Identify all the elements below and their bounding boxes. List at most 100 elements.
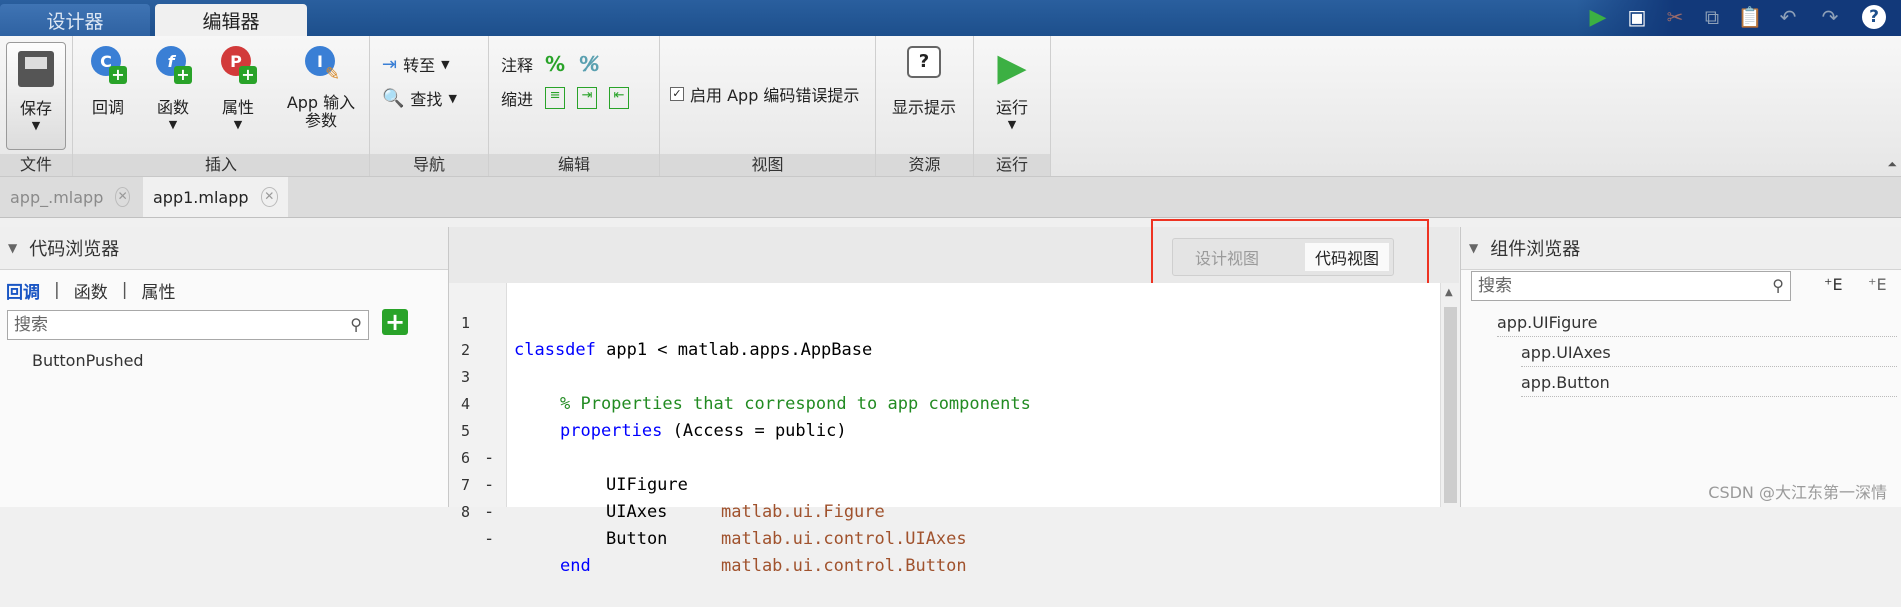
callback-button[interactable]: C + 回调 <box>83 46 133 118</box>
code-type: matlab.ui.Figure <box>721 502 885 522</box>
run-label: 运行 <box>995 98 1028 117</box>
search-icon[interactable]: ⚲ <box>350 311 362 339</box>
run-icon[interactable]: ▶ <box>1584 3 1612 31</box>
component-browser-panel: ▼ 组件浏览器 搜索 ⚲ ⁺E ⁺E app.UIFigure app.UIAx… <box>1460 227 1901 507</box>
resources-section: ? 显示提示 资源 <box>876 36 974 176</box>
chevron-down-icon: ▼ <box>448 91 457 105</box>
view-section: ✓ 启用 App 编码错误提示 视图 <box>660 36 876 176</box>
code-line: 8 - end <box>449 472 1449 576</box>
doc-tab-app1[interactable]: app1.mlapp ✕ <box>143 177 288 217</box>
app-hint-checkbox[interactable]: ✓ 启用 App 编码错误提示 <box>670 82 859 106</box>
property-icon: P + <box>213 46 263 88</box>
sort-tree-icon[interactable]: ⁺E <box>1824 275 1843 294</box>
app-input-label-2: 参数 <box>304 111 337 130</box>
app-input-button[interactable]: I ✎ App 输入 参数 <box>281 46 361 130</box>
find-label: 查找 <box>410 90 443 109</box>
tab-properties[interactable]: 属性 <box>141 278 175 303</box>
find-button[interactable]: 🔍 查找 ▼ <box>382 86 457 110</box>
tree-item[interactable]: app.UIFigure <box>1497 313 1897 337</box>
property-button[interactable]: P + 属性 ▼ <box>213 46 263 131</box>
title-bar: 设计器 编辑器 ▶ ▣ ✂ ⧉ 📋 ↶ ↷ ? <box>0 0 1901 36</box>
tab-separator: | <box>54 280 60 300</box>
file-section-label: 文件 <box>0 154 72 176</box>
decrease-indent-icon[interactable]: ⇤ <box>609 87 630 109</box>
floppy-icon <box>18 51 54 87</box>
breakpoint-dash[interactable]: - <box>484 526 494 553</box>
scroll-up-icon[interactable]: ▲ <box>1445 287 1453 298</box>
indent-row: 缩进 ≡ ⇥ ⇤ <box>501 86 630 110</box>
code-browser-title: 代码浏览器 <box>29 239 120 260</box>
close-icon[interactable]: ✕ <box>115 187 130 207</box>
chevron-down-icon: ▼ <box>31 119 41 132</box>
property-label: 属性 <box>221 98 254 117</box>
search-placeholder: 搜索 <box>1478 276 1512 296</box>
cut-icon[interactable]: ✂ <box>1661 3 1689 31</box>
chevron-down-icon: ▼ <box>1007 118 1017 131</box>
show-hint-button[interactable]: ? 显示提示 <box>884 46 964 118</box>
code-type: matlab.ui.control.Button <box>721 556 967 576</box>
search-input[interactable]: 搜索 ⚲ <box>1471 271 1791 301</box>
search-input[interactable]: 搜索 ⚲ <box>7 310 369 340</box>
function-label: 函数 <box>156 98 189 117</box>
undo-icon[interactable]: ↶ <box>1774 3 1802 31</box>
scrollbar-thumb[interactable] <box>1444 307 1457 503</box>
code-browser-header[interactable]: ▼ 代码浏览器 <box>0 227 448 270</box>
ribbon: 保存 ▼ 文件 C + 回调 f + 函数 ▼ P + 属性 ▼ I ✎ App… <box>0 36 1901 177</box>
tab-callbacks[interactable]: 回调 <box>6 278 40 303</box>
view-switch: 设计视图 代码视图 <box>1172 238 1394 276</box>
design-view-button[interactable]: 设计视图 <box>1177 243 1277 271</box>
collapse-triangle-icon[interactable]: ▼ <box>1469 241 1478 255</box>
collapse-ribbon-icon[interactable]: ⏶ <box>1887 157 1897 172</box>
redo-icon[interactable]: ↷ <box>1816 3 1844 31</box>
tab-designer[interactable]: 设计器 <box>0 4 150 36</box>
tree-item[interactable]: app.Button <box>1521 373 1897 397</box>
uncomment-icon[interactable]: %̸ <box>579 52 599 76</box>
tree-item[interactable]: app.UIAxes <box>1521 343 1897 367</box>
watermark: CSDN @大江东第一深情 <box>1708 483 1887 502</box>
callback-icon: C + <box>83 46 133 88</box>
code-keyword: end <box>560 556 591 576</box>
edit-section: 注释 % %̸ 缩进 ≡ ⇥ ⇤ 编辑 <box>489 36 660 176</box>
help-icon[interactable]: ? <box>1860 3 1888 31</box>
code-line: 6 - UIAxes matlab.ui.control.UIAxes <box>449 418 1449 549</box>
comment-icon[interactable]: % <box>545 52 565 76</box>
code-line: 5 - UIFigure matlab.ui.Figure <box>449 391 1449 522</box>
edit-section-label: 编辑 <box>489 154 659 176</box>
indent-label: 缩进 <box>501 90 534 109</box>
collapse-triangle-icon[interactable]: ▼ <box>8 241 17 255</box>
goto-button[interactable]: ⇥ 转至 ▼ <box>382 52 450 76</box>
code-view-button[interactable]: 代码视图 <box>1305 243 1389 271</box>
code-browser-panel: ▼ 代码浏览器 回调 | 函数 | 属性 搜索 ⚲ + ButtonPushed <box>0 227 449 507</box>
insert-section-label: 插入 <box>73 154 369 176</box>
component-browser-header[interactable]: ▼ 组件浏览器 <box>1461 227 1901 270</box>
close-icon[interactable]: ✕ <box>260 187 278 207</box>
comment-label: 注释 <box>501 56 534 75</box>
chevron-down-icon: ▼ <box>441 57 450 71</box>
vertical-scrollbar[interactable]: ▲ <box>1440 283 1460 507</box>
checkbox-checked-icon[interactable]: ✓ <box>670 87 684 101</box>
doc-tab-app[interactable]: app_.mlapp ✕ <box>0 177 140 217</box>
doc-tab-label: app1.mlapp <box>153 187 249 207</box>
run-play-icon: ▶ <box>997 45 1027 89</box>
component-browser-title: 组件浏览器 <box>1490 239 1581 260</box>
tab-editor[interactable]: 编辑器 <box>155 4 307 36</box>
increase-indent-icon[interactable]: ⇥ <box>577 87 598 109</box>
tab-functions[interactable]: 函数 <box>74 278 108 303</box>
save-button[interactable]: 保存 ▼ <box>6 42 66 150</box>
run-button[interactable]: ▶ 运行 ▼ <box>982 46 1042 131</box>
search-icon[interactable]: ⚲ <box>1772 272 1784 300</box>
paste-icon[interactable]: 📋 <box>1736 3 1764 31</box>
flat-list-icon[interactable]: ⁺E <box>1868 275 1887 294</box>
save-icon[interactable]: ▣ <box>1623 3 1651 31</box>
add-callback-icon[interactable]: + <box>382 309 408 335</box>
function-button[interactable]: f + 函数 ▼ <box>148 46 198 131</box>
tab-separator: | <box>121 280 128 300</box>
navigation-section: ⇥ 转至 ▼ 🔍 查找 ▼ 导航 <box>370 36 489 176</box>
copy-icon[interactable]: ⧉ <box>1698 3 1726 31</box>
list-item[interactable]: ButtonPushed <box>32 351 144 370</box>
show-hint-label: 显示提示 <box>891 98 956 117</box>
run-section: ▶ 运行 ▼ 运行 <box>974 36 1051 176</box>
smart-indent-icon[interactable]: ≡ <box>545 87 566 109</box>
code-editor[interactable]: 1 classdef app1 < matlab.apps.AppBase 2 … <box>449 283 1459 576</box>
component-browser-search: 搜索 ⚲ <box>1471 271 1791 301</box>
